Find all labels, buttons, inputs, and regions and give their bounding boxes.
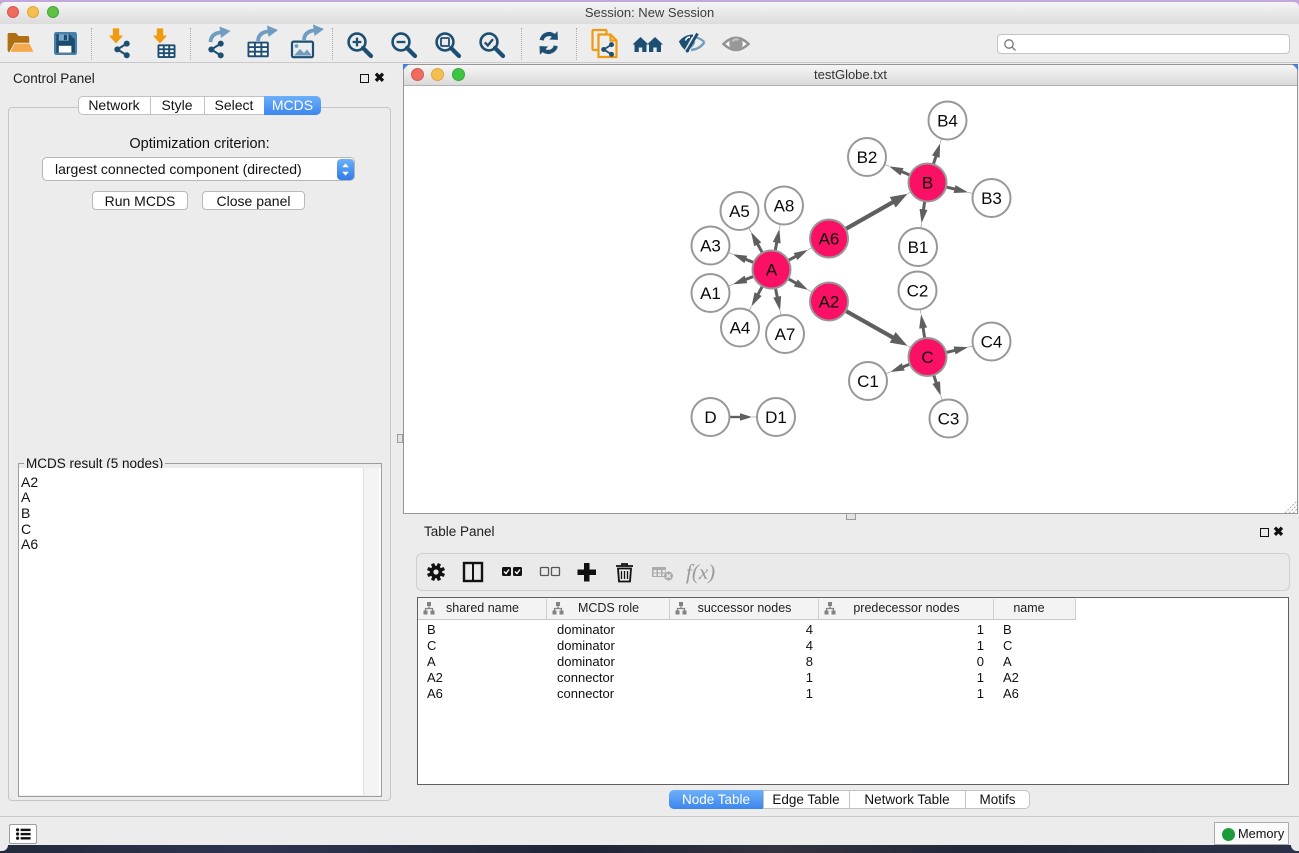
svg-text:D1: D1 xyxy=(765,408,787,427)
svg-text:B4: B4 xyxy=(937,112,958,131)
svg-text:B: B xyxy=(922,174,933,193)
svg-text:A4: A4 xyxy=(730,319,751,338)
svg-text:B3: B3 xyxy=(981,189,1002,208)
svg-text:A2: A2 xyxy=(819,293,840,312)
svg-text:C1: C1 xyxy=(857,372,879,391)
svg-text:A5: A5 xyxy=(729,202,750,221)
svg-text:C: C xyxy=(921,348,933,367)
svg-text:C4: C4 xyxy=(981,333,1003,352)
svg-text:A1: A1 xyxy=(700,284,721,303)
svg-text:A3: A3 xyxy=(700,237,721,256)
svg-text:A6: A6 xyxy=(819,230,840,249)
svg-text:A: A xyxy=(766,261,778,280)
svg-text:C3: C3 xyxy=(938,410,960,429)
svg-text:B2: B2 xyxy=(857,148,878,167)
svg-text:C2: C2 xyxy=(907,282,929,301)
svg-text:A8: A8 xyxy=(774,197,795,216)
svg-text:f(x): f(x) xyxy=(686,560,715,584)
svg-text:B1: B1 xyxy=(908,238,929,257)
svg-text:D: D xyxy=(704,408,716,427)
svg-text:A7: A7 xyxy=(775,325,796,344)
